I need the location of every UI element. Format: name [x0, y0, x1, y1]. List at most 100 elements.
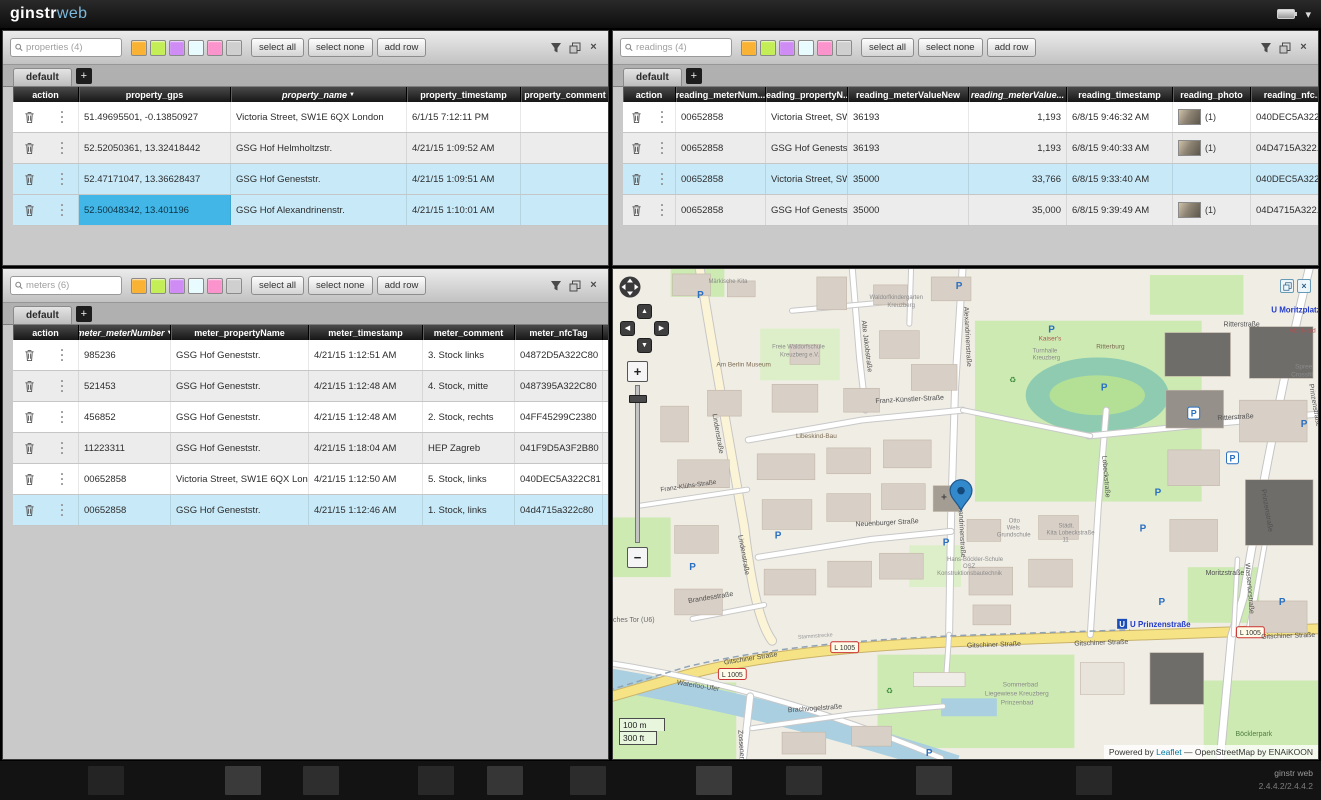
- color-swatch-1[interactable]: [741, 40, 757, 56]
- table-row[interactable]: 52.50048342, 13.401196GSG Hof Alexandrin…: [13, 195, 608, 226]
- color-swatch-6[interactable]: [836, 40, 852, 56]
- cell-property_gps[interactable]: 52.50048342, 13.401196: [79, 195, 231, 225]
- table-row[interactable]: 985236GSG Hof Geneststr.4/21/15 1:12:51 …: [13, 340, 608, 371]
- cell-meter_propertyName[interactable]: GSG Hof Geneststr.: [171, 371, 309, 401]
- cell-reading_meterValue[interactable]: 1,193: [969, 133, 1067, 163]
- cell-meter_nfcTag[interactable]: 0487395A322C80: [515, 371, 603, 401]
- color-swatch-3[interactable]: [169, 278, 185, 294]
- close-icon[interactable]: ×: [1296, 40, 1311, 55]
- table-row[interactable]: 52.47171047, 13.36628437GSG Hof Genestst…: [13, 164, 608, 195]
- zoom-slider-handle[interactable]: [629, 395, 647, 403]
- maximize-icon[interactable]: [1277, 40, 1292, 55]
- cell-property_gps[interactable]: 51.49695501, -0.13850927: [79, 102, 231, 132]
- cell-meter_comment[interactable]: HEP Zagreb: [423, 433, 515, 463]
- cell-reading_propertyName[interactable]: GSG Hof Geneststr.: [766, 133, 848, 163]
- cell-meter_propertyName[interactable]: GSG Hof Geneststr.: [171, 402, 309, 432]
- filter-icon[interactable]: [548, 278, 563, 293]
- table-row[interactable]: 51.49695501, -0.13850927Victoria Street,…: [13, 102, 608, 133]
- cell-reading_meterValueNew[interactable]: 35000: [848, 164, 969, 194]
- menu-caret-icon[interactable]: ▾: [1305, 8, 1311, 21]
- delete-row-button[interactable]: [22, 202, 36, 218]
- column-header-action[interactable]: action: [13, 325, 79, 340]
- row-menu-button[interactable]: [55, 347, 69, 363]
- maximize-icon[interactable]: [1280, 279, 1294, 293]
- cell-reading_timestamp[interactable]: 6/8/15 9:33:40 AM: [1067, 164, 1173, 194]
- column-header-property_timestamp[interactable]: property_timestamp: [407, 87, 521, 102]
- maximize-icon[interactable]: [567, 40, 582, 55]
- select-none-button[interactable]: select none: [918, 38, 983, 57]
- cell-property_gps[interactable]: 52.52050361, 13.32418442: [79, 133, 231, 163]
- reading-photo-thumbnail[interactable]: [1178, 140, 1201, 156]
- cell-property_name[interactable]: GSG Hof Alexandrinenstr.: [231, 195, 407, 225]
- cell-meter_meterNumber[interactable]: 456852: [79, 402, 171, 432]
- taskbar-item[interactable]: [1076, 766, 1112, 795]
- row-menu-button[interactable]: [55, 171, 69, 187]
- add-row-button[interactable]: add row: [377, 276, 427, 295]
- add-row-button[interactable]: add row: [987, 38, 1037, 57]
- taskbar-item[interactable]: [570, 766, 606, 795]
- taskbar-item[interactable]: [303, 766, 339, 795]
- table-row[interactable]: 11223311GSG Hof Geneststr.4/21/15 1:18:0…: [13, 433, 608, 464]
- cell-property_name[interactable]: GSG Hof Helmholtzstr.: [231, 133, 407, 163]
- cell-reading_propertyName[interactable]: GSG Hof Geneststr.: [766, 195, 848, 225]
- row-menu-button[interactable]: [655, 171, 669, 187]
- reading-photo-thumbnail[interactable]: [1178, 202, 1201, 218]
- cell-property_gps[interactable]: 52.47171047, 13.36628437: [79, 164, 231, 194]
- cell-property_comment[interactable]: [521, 102, 609, 132]
- cell-meter_meterNumber[interactable]: 985236: [79, 340, 171, 370]
- cell-reading_meterValue[interactable]: 33,766: [969, 164, 1067, 194]
- cell-reading_meterNumber[interactable]: 00652858: [676, 102, 766, 132]
- reading-photo-thumbnail[interactable]: [1178, 109, 1201, 125]
- column-header-reading_meterValue[interactable]: reading_meterValue...: [969, 87, 1067, 102]
- column-header-property_gps[interactable]: property_gps: [79, 87, 231, 102]
- cell-property_comment[interactable]: [521, 133, 609, 163]
- cell-meter_comment[interactable]: 2. Stock, rechts: [423, 402, 515, 432]
- column-header-reading_nfc[interactable]: reading_nfc...: [1251, 87, 1319, 102]
- cell-reading_propertyName[interactable]: Victoria Street, SW1...: [766, 164, 848, 194]
- row-menu-button[interactable]: [55, 502, 69, 518]
- tab-default[interactable]: default: [13, 306, 72, 324]
- table-row[interactable]: 456852GSG Hof Geneststr.4/21/15 1:12:48 …: [13, 402, 608, 433]
- select-none-button[interactable]: select none: [308, 276, 373, 295]
- row-menu-button[interactable]: [655, 140, 669, 156]
- column-header-meter_nfcTag[interactable]: meter_nfcTag: [515, 325, 603, 340]
- color-swatch-3[interactable]: [779, 40, 795, 56]
- taskbar-item[interactable]: [916, 766, 952, 795]
- cell-meter_meterNumber[interactable]: 11223311: [79, 433, 171, 463]
- delete-row-button[interactable]: [22, 440, 36, 456]
- add-tab-button[interactable]: +: [76, 68, 92, 84]
- close-icon[interactable]: ×: [1297, 279, 1311, 293]
- cell-reading_meterNumber[interactable]: 00652858: [676, 195, 766, 225]
- table-row[interactable]: 00652858Victoria Street, SW1...3500033,7…: [623, 164, 1318, 195]
- color-swatch-6[interactable]: [226, 278, 242, 294]
- delete-row-button[interactable]: [629, 202, 643, 218]
- meters-search-input[interactable]: [26, 280, 117, 291]
- cell-meter_timestamp[interactable]: 4/21/15 1:12:48 AM: [309, 371, 423, 401]
- cell-meter_timestamp[interactable]: 4/21/15 1:12:51 AM: [309, 340, 423, 370]
- column-header-property_comment[interactable]: property_comment: [521, 87, 609, 102]
- tab-default[interactable]: default: [623, 68, 682, 86]
- search-box[interactable]: [10, 276, 122, 295]
- color-swatch-5[interactable]: [207, 278, 223, 294]
- row-menu-button[interactable]: [55, 202, 69, 218]
- select-all-button[interactable]: select all: [251, 276, 304, 295]
- cell-reading_meterNumber[interactable]: 00652858: [676, 164, 766, 194]
- cell-property_timestamp[interactable]: 6/1/15 7:12:11 PM: [407, 102, 521, 132]
- row-menu-button[interactable]: [55, 140, 69, 156]
- column-header-meter_propertyName[interactable]: meter_propertyName: [171, 325, 309, 340]
- cell-meter_nfcTag[interactable]: 041F9D5A3F2B80: [515, 433, 603, 463]
- cell-meter_nfcTag[interactable]: 04872D5A322C80: [515, 340, 603, 370]
- table-row[interactable]: 00652858GSG Hof Geneststr.361931,1936/8/…: [623, 133, 1318, 164]
- row-menu-button[interactable]: [55, 409, 69, 425]
- table-row[interactable]: 00652858GSG Hof Geneststr.4/21/15 1:12:4…: [13, 495, 608, 526]
- cell-meter_propertyName[interactable]: GSG Hof Geneststr.: [171, 495, 309, 525]
- zoom-out-button[interactable]: −: [627, 547, 648, 568]
- table-row[interactable]: 52.52050361, 13.32418442GSG Hof Helmholt…: [13, 133, 608, 164]
- cell-reading_meterValue[interactable]: 1,193: [969, 102, 1067, 132]
- taskbar-item[interactable]: [418, 766, 454, 795]
- cell-reading_nfc[interactable]: 040DEC5A322...: [1251, 102, 1319, 132]
- delete-row-button[interactable]: [22, 378, 36, 394]
- color-swatch-2[interactable]: [150, 40, 166, 56]
- cell-meter_comment[interactable]: 1. Stock, links: [423, 495, 515, 525]
- cell-reading_photo[interactable]: (1): [1173, 133, 1251, 163]
